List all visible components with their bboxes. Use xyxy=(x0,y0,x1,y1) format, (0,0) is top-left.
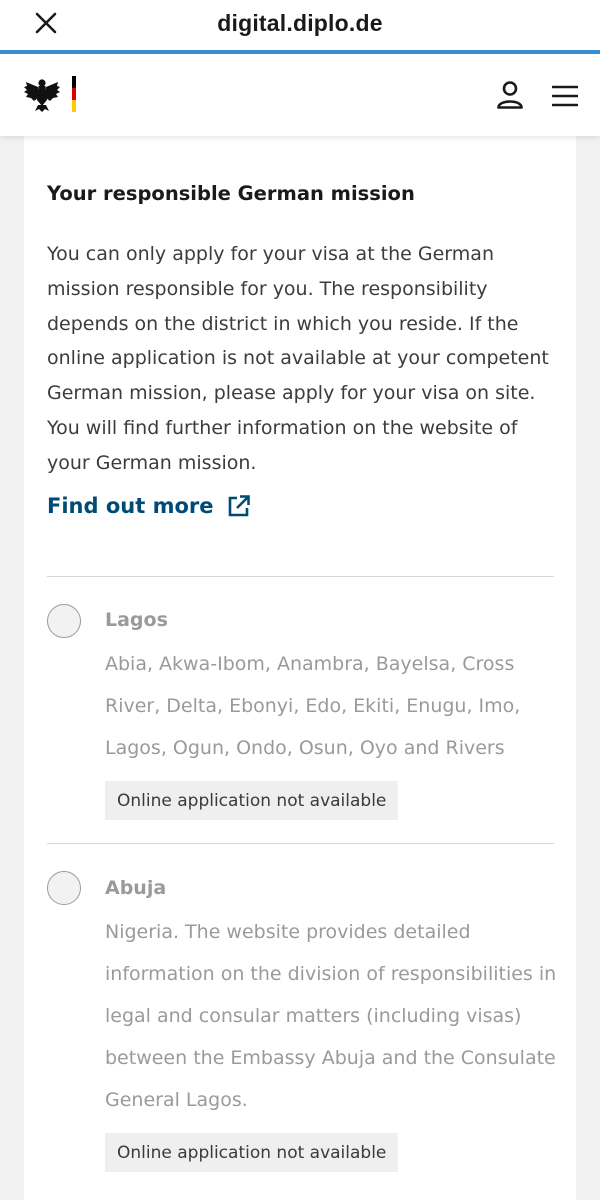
find-out-more-label: Find out more xyxy=(47,494,214,518)
description-line: General Lagos. xyxy=(105,1089,248,1111)
divider xyxy=(47,576,554,577)
description-line: River, Delta, Ebonyi, Edo, Ekiti, Enugu,… xyxy=(105,695,521,717)
intro-line: mission responsible for you. The respons… xyxy=(47,277,488,300)
radio-lagos[interactable] xyxy=(47,604,81,638)
german-flag-bar xyxy=(72,76,76,112)
description-line: information on the division of responsib… xyxy=(105,963,557,985)
radio-abuja[interactable] xyxy=(47,871,81,905)
browser-url[interactable]: digital.diplo.de xyxy=(217,10,382,37)
intro-line: You can only apply for your visa at the … xyxy=(47,243,494,265)
site-logo[interactable] xyxy=(22,76,76,118)
description-line: Lagos, Ogun, Ondo, Osun, Oyo and Rivers xyxy=(105,737,505,759)
divider xyxy=(47,843,554,844)
intro-line: You will find further information on the… xyxy=(47,416,518,439)
intro-line: depends on the district in which you res… xyxy=(47,312,519,335)
user-icon[interactable] xyxy=(496,80,524,110)
section-title: Your responsible German mission xyxy=(47,182,415,205)
external-link-icon xyxy=(227,494,251,518)
mission-description-lagos: Abia, Akwa-Ibom, Anambra, Bayelsa, Cross… xyxy=(105,643,560,769)
description-line: between the Embassy Abuja and the Consul… xyxy=(105,1047,556,1069)
description-line: legal and consular matters (including vi… xyxy=(105,1005,522,1027)
federal-eagle-icon xyxy=(22,76,62,118)
find-out-more-link[interactable]: Find out more xyxy=(47,494,251,518)
status-badge-abuja: Online application not available xyxy=(105,1133,399,1172)
intro-line: your German mission. xyxy=(47,451,257,474)
intro-text: You can only apply for your visa at the … xyxy=(47,237,562,481)
hamburger-menu-icon[interactable] xyxy=(551,84,579,108)
intro-line: German mission, please apply for your vi… xyxy=(47,382,536,405)
intro-line: online application is not available at y… xyxy=(47,347,549,370)
description-line: Abia, Akwa-Ibom, Anambra, Bayelsa, Cross xyxy=(105,653,515,675)
mission-description-abuja: Nigeria. The website provides detailed i… xyxy=(105,911,560,1121)
browser-bar: digital.diplo.de xyxy=(0,0,600,50)
close-icon[interactable] xyxy=(32,9,60,37)
status-badge-lagos: Online application not available xyxy=(105,781,399,820)
mission-label-lagos: Lagos xyxy=(105,609,168,631)
mission-label-abuja: Abuja xyxy=(105,877,167,899)
description-line: Nigeria. The website provides detailed xyxy=(105,921,471,943)
